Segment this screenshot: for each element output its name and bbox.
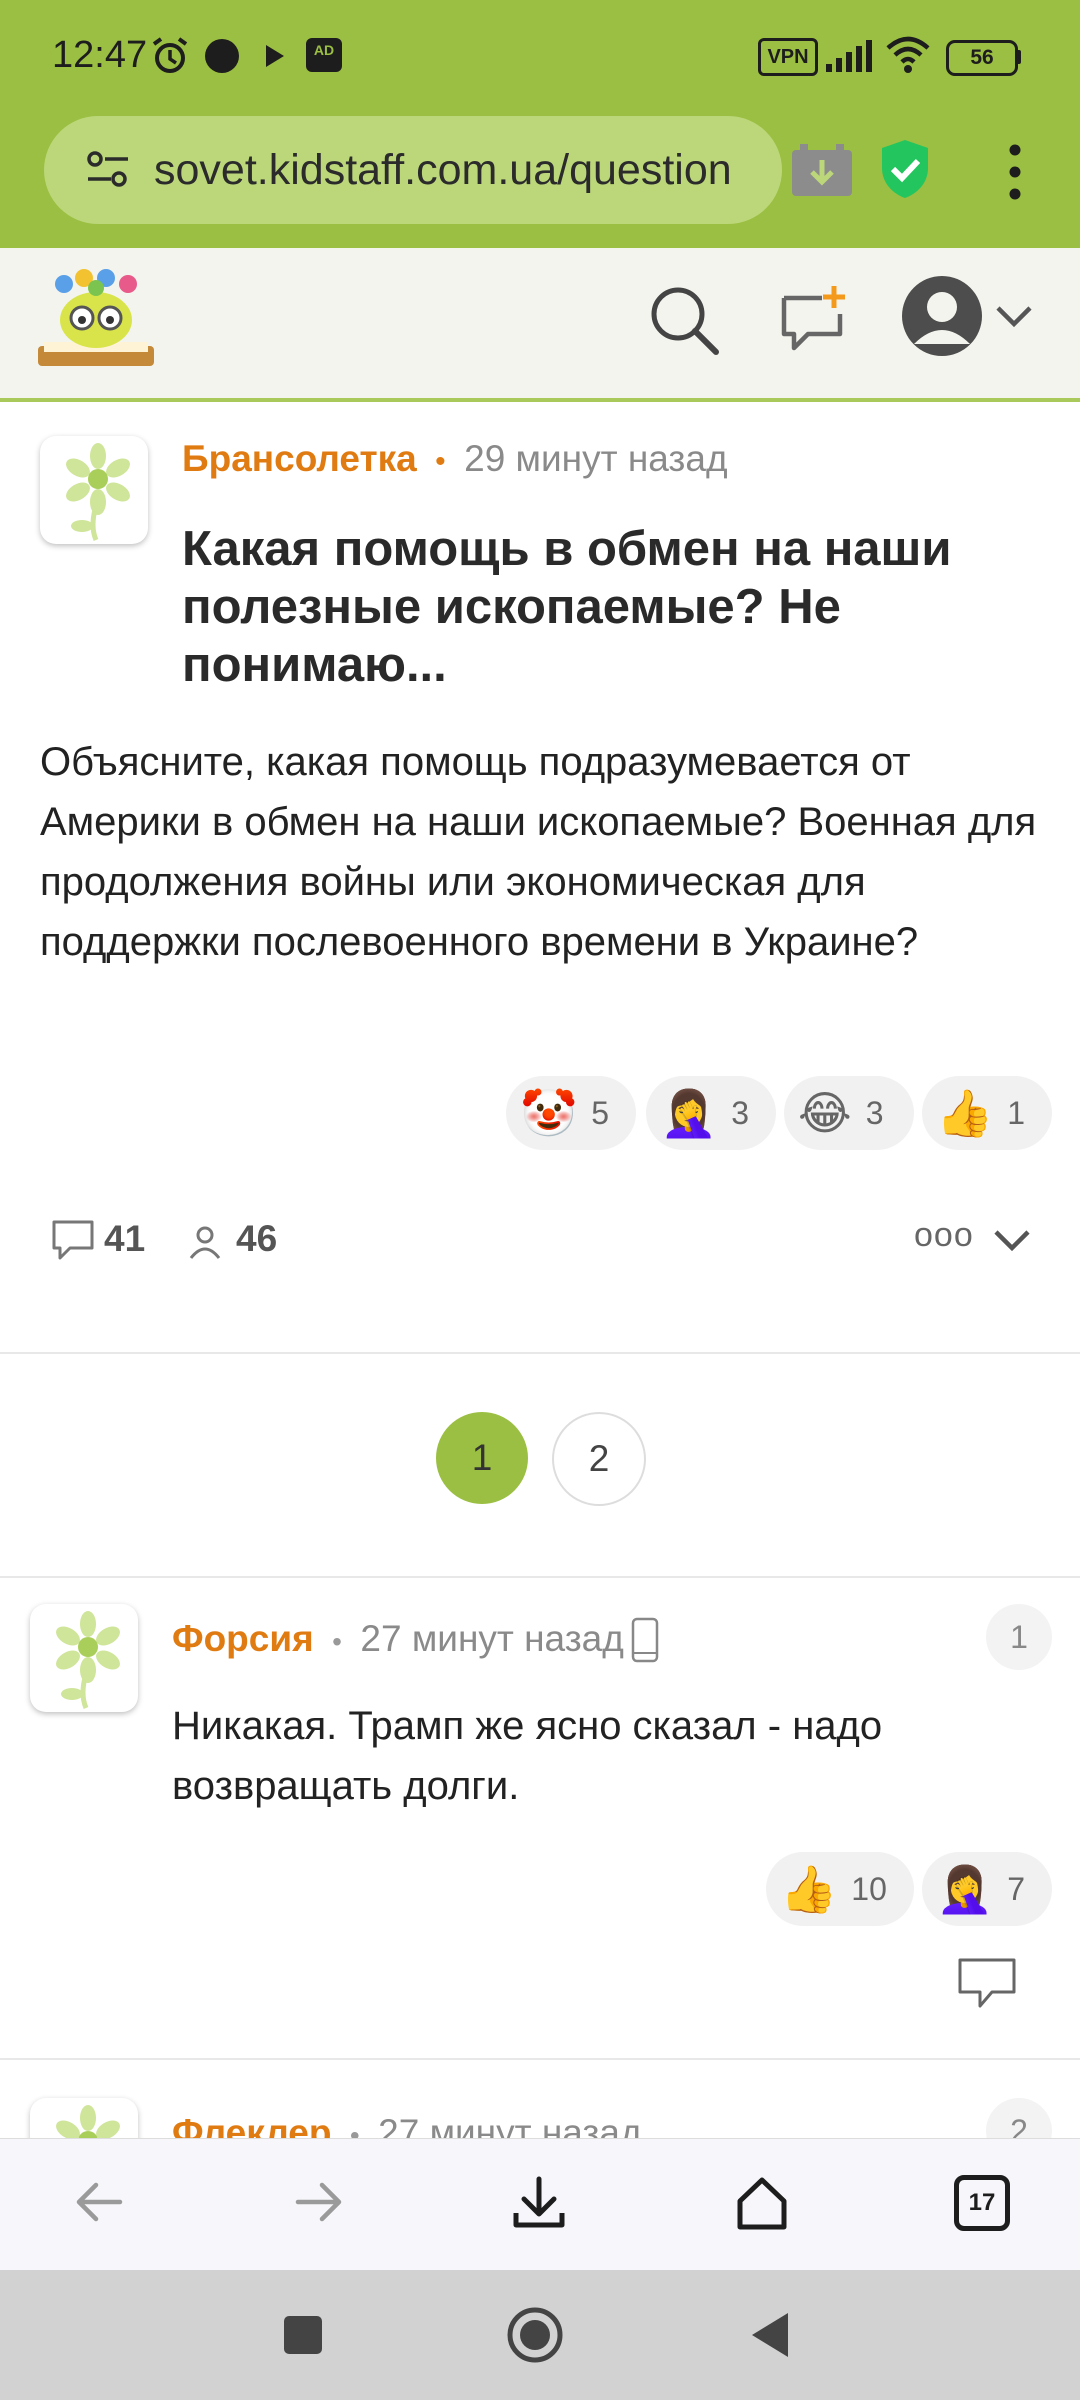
new-question-icon[interactable] (778, 282, 850, 356)
site-logo-icon[interactable] (34, 264, 158, 374)
comment-author[interactable]: Форсия (172, 1618, 314, 1659)
chevron-down-icon[interactable] (994, 302, 1034, 330)
status-time: 12:47 (52, 34, 148, 76)
comment-author-avatar[interactable] (30, 1604, 138, 1712)
comment-number-badge[interactable]: 1 (986, 1604, 1052, 1670)
followers-count[interactable]: 46 (236, 1218, 277, 1260)
followers-icon[interactable] (188, 1224, 222, 1260)
reaction-emoji: 😂 (798, 1087, 852, 1139)
vpn-label: VPN (767, 46, 809, 68)
meta-dot: • (332, 1626, 342, 1657)
recents-square-icon[interactable] (282, 2314, 324, 2356)
back-arrow-icon[interactable] (72, 2175, 126, 2229)
page-2-button[interactable]: 2 (552, 1412, 646, 1506)
download-icon[interactable] (512, 2175, 566, 2231)
reaction-chip[interactable]: 👍 10 (766, 1852, 914, 1926)
search-icon[interactable] (648, 284, 720, 356)
reaction-emoji: 🤦‍♀️ (660, 1087, 718, 1139)
site-header (0, 248, 1080, 402)
reply-icon[interactable] (956, 1956, 1018, 2010)
reaction-count: 3 (865, 1094, 884, 1131)
more-options-button[interactable]: ooo (914, 1216, 974, 1255)
download-ext-icon[interactable] (790, 142, 854, 198)
mobile-device-icon (631, 1617, 659, 1663)
meta-dot: • (435, 445, 446, 478)
browser-bottom-nav: 17 (0, 2138, 1080, 2271)
signal-icon (826, 40, 872, 72)
post-title: Какая помощь в обмен на наши полезные ис… (182, 522, 952, 692)
author-avatar[interactable] (40, 436, 148, 544)
comment-text: Никакая. Трамп же ясно сказал - надо воз… (172, 1704, 883, 1808)
battery-level: 56 (970, 46, 994, 69)
home-icon[interactable] (734, 2175, 790, 2231)
divider (0, 1576, 1080, 1578)
post-time: 29 минут назад (464, 438, 728, 479)
user-avatar-icon[interactable] (900, 274, 984, 358)
tabs-count: 17 (968, 2189, 996, 2216)
more-vert-icon[interactable] (1000, 144, 1030, 200)
browser-top-bar: 12:47 AD VPN 56 sovet.kidstaff.com.ua/qu… (0, 0, 1080, 248)
forward-arrow-icon[interactable] (292, 2175, 346, 2229)
reaction-chip[interactable]: 👍 1 (922, 1076, 1052, 1150)
tabs-icon[interactable]: 17 (954, 2175, 1010, 2231)
wifi-icon (886, 36, 930, 73)
reaction-chip[interactable]: 🤡 5 (506, 1076, 636, 1150)
comment-number: 1 (1010, 1618, 1028, 1655)
battery-tip (1016, 50, 1021, 64)
ad-blocker-icon: AD (306, 38, 342, 72)
page-number: 2 (588, 1438, 610, 1479)
play-icon (266, 45, 284, 67)
reaction-emoji: 🤦‍♀️ (936, 1863, 994, 1915)
reaction-count: 7 (1007, 1870, 1026, 1907)
post-author[interactable]: Брансолетка (182, 438, 417, 479)
ad-badge-label: AD (313, 42, 335, 58)
reaction-emoji: 👍 (936, 1087, 994, 1139)
divider (0, 2058, 1080, 2060)
status-bar: 12:47 AD VPN 56 (0, 0, 1080, 112)
divider (0, 1352, 1080, 1354)
expand-chevron-icon[interactable] (992, 1228, 1032, 1254)
flower-avatar-icon (66, 443, 130, 541)
back-triangle-icon[interactable] (748, 2310, 792, 2360)
url-bar[interactable]: sovet.kidstaff.com.ua/question (44, 116, 782, 224)
page-number: 1 (471, 1437, 493, 1478)
shield-check-icon[interactable] (878, 138, 932, 200)
system-nav-bar (0, 2270, 1080, 2400)
comments-count[interactable]: 41 (104, 1218, 145, 1260)
page-1-button[interactable]: 1 (436, 1412, 528, 1504)
reaction-count: 1 (1007, 1094, 1026, 1131)
reaction-count: 10 (851, 1870, 887, 1907)
flower-avatar-icon (56, 1611, 120, 1709)
reaction-chip[interactable]: 🤦‍♀️ 3 (646, 1076, 776, 1150)
reaction-emoji: 👍 (780, 1863, 838, 1915)
reaction-chip[interactable]: 😂 3 (784, 1076, 914, 1150)
record-icon (205, 39, 239, 73)
reaction-count: 3 (731, 1094, 750, 1131)
alarm-icon (152, 37, 188, 73)
url-text[interactable]: sovet.kidstaff.com.ua/question (154, 146, 764, 195)
battery-icon: 56 (946, 40, 1018, 76)
comment-time: 27 минут назад (360, 1618, 624, 1659)
reaction-count: 5 (591, 1094, 610, 1131)
home-circle-icon[interactable] (506, 2306, 564, 2364)
comments-icon[interactable] (50, 1218, 96, 1264)
vpn-icon: VPN (758, 38, 818, 76)
reaction-emoji: 🤡 (520, 1087, 578, 1139)
reaction-chip[interactable]: 🤦‍♀️ 7 (922, 1852, 1052, 1926)
site-settings-icon[interactable] (86, 150, 130, 190)
post-body: Объясните, какая помощь подразумевается … (40, 740, 1037, 964)
